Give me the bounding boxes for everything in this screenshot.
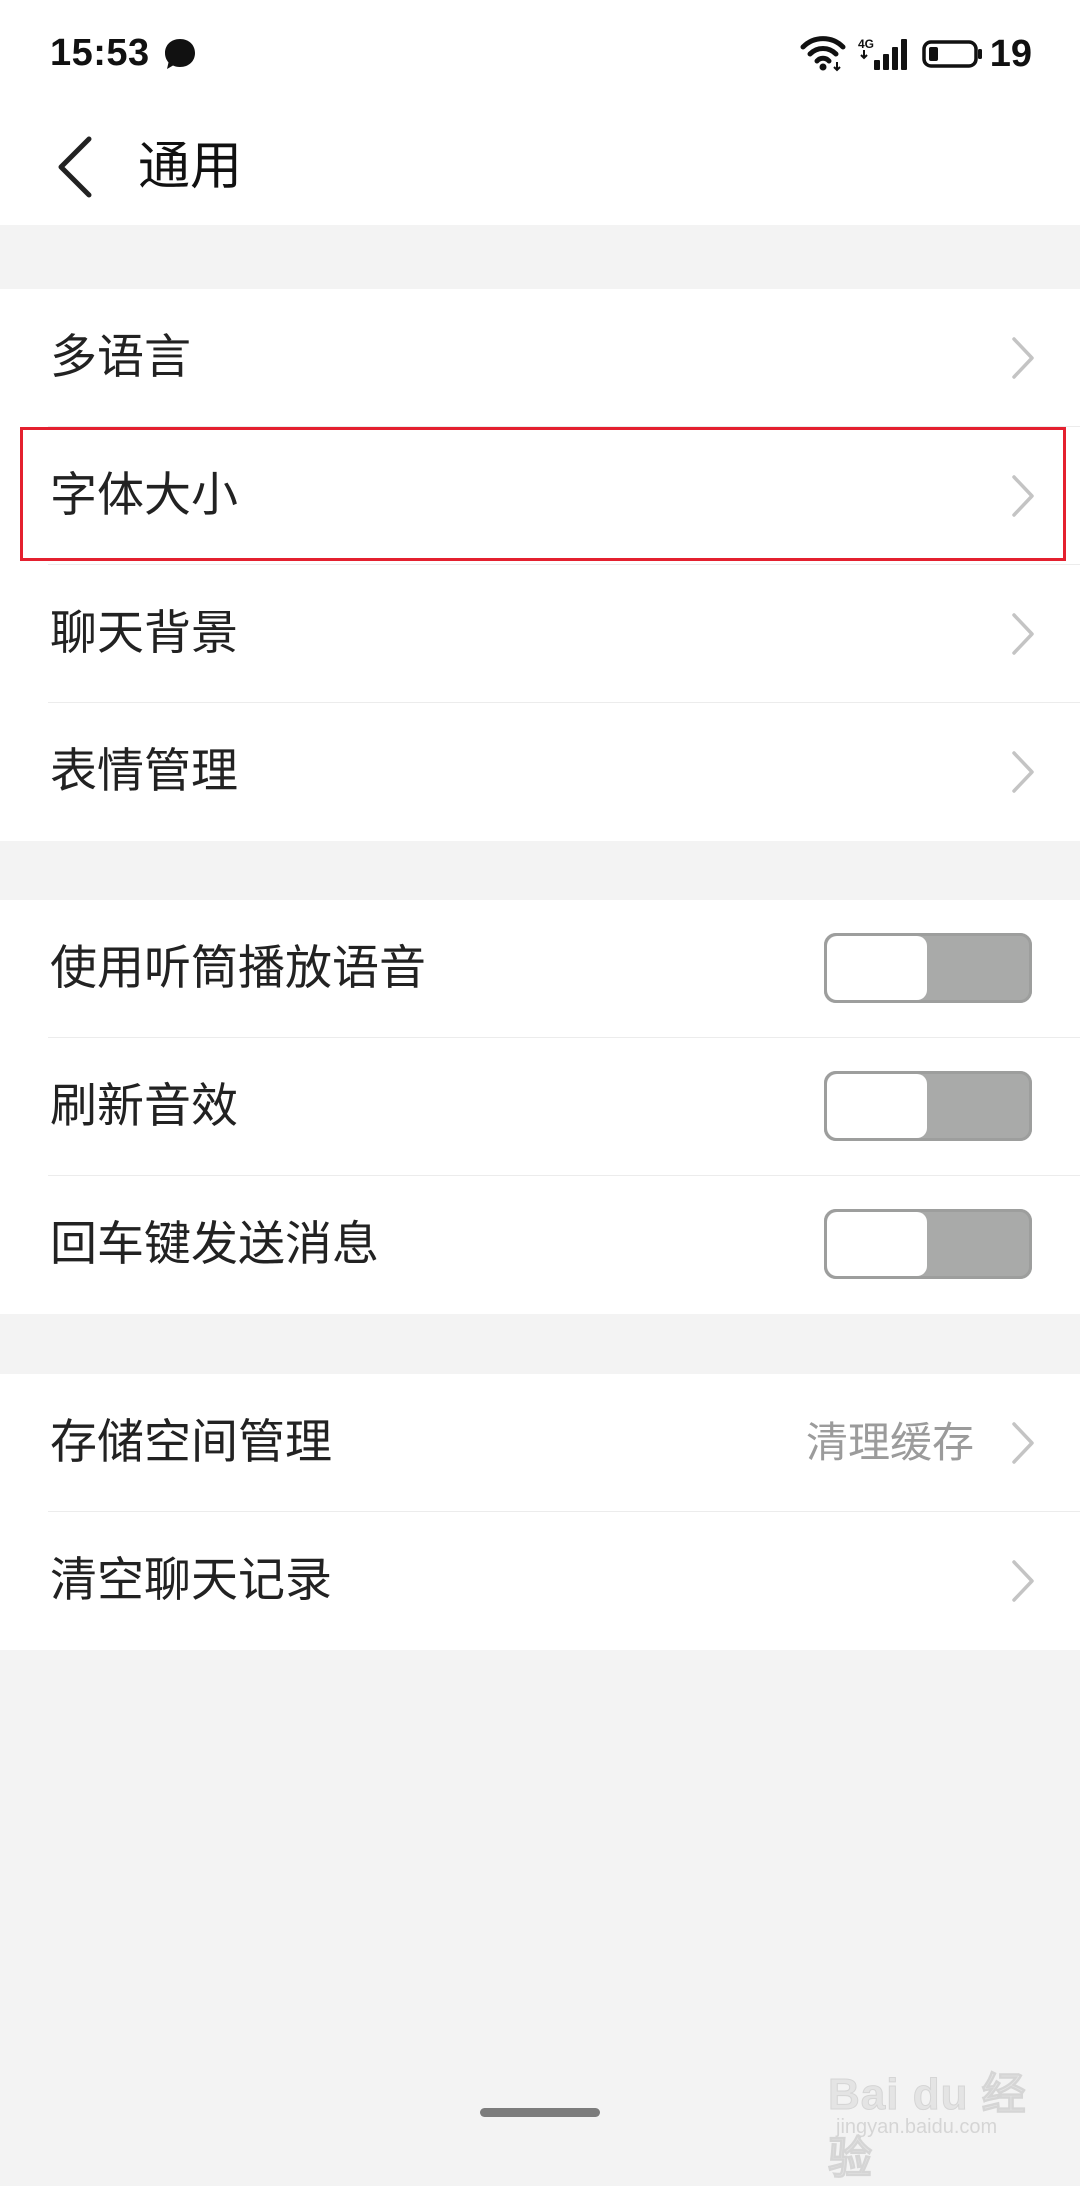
setting-row-language[interactable]: 多语言: [0, 289, 1080, 427]
settings-group-sound: 使用听筒播放语音 刷新音效 回车键发送消息: [0, 900, 1080, 1314]
enter-to-send-toggle[interactable]: [824, 1209, 1032, 1279]
setting-row-clear-chat-history[interactable]: 清空聊天记录: [0, 1512, 1080, 1650]
status-time: 15:53: [50, 32, 150, 74]
toggle-knob: [827, 936, 927, 1000]
notification-dot-icon: [165, 39, 195, 69]
toggle-knob: [827, 1212, 927, 1276]
setting-label: 聊天背景: [50, 606, 238, 661]
chevron-right-icon: [1012, 337, 1034, 379]
chevron-right-icon: [1012, 475, 1034, 517]
setting-row-enter-to-send: 回车键发送消息: [0, 1176, 1080, 1314]
setting-label: 表情管理: [50, 744, 238, 799]
setting-label: 回车键发送消息: [50, 1217, 379, 1272]
back-button[interactable]: [40, 122, 110, 212]
setting-label: 多语言: [50, 330, 191, 385]
setting-label: 清空聊天记录: [50, 1553, 332, 1608]
chevron-right-icon: [1012, 613, 1034, 655]
refresh-sound-toggle[interactable]: [824, 1071, 1032, 1141]
status-icons: 4G 19: [800, 32, 1032, 76]
chevron-right-icon: [1012, 1422, 1034, 1464]
setting-label: 存储空间管理: [50, 1415, 332, 1470]
battery-level: 19: [989, 32, 1032, 75]
home-indicator[interactable]: [480, 2108, 600, 2117]
setting-row-earpiece-playback: 使用听筒播放语音: [0, 900, 1080, 1038]
navigation-header: 通用: [0, 110, 1080, 225]
chevron-right-icon: [1012, 1560, 1034, 1602]
setting-label: 字体大小: [50, 468, 238, 523]
toggle-knob: [827, 1074, 927, 1138]
network-type-label: 4G: [858, 37, 874, 51]
setting-row-refresh-sound: 刷新音效: [0, 1038, 1080, 1176]
settings-group-storage: 存储空间管理 清理缓存 清空聊天记录: [0, 1374, 1080, 1650]
clear-cache-value: 清理缓存: [805, 1418, 974, 1467]
setting-label: 使用听筒播放语音: [50, 941, 426, 996]
back-arrow-icon: [58, 136, 92, 198]
setting-row-emoji-management[interactable]: 表情管理: [0, 703, 1080, 841]
4g-signal-icon: 4G: [858, 37, 907, 70]
baidu-jingyan-watermark: Bai du 经验 jingyan.baidu.com: [828, 2058, 1038, 2184]
setting-row-chat-background[interactable]: 聊天背景: [0, 565, 1080, 703]
earpiece-playback-toggle[interactable]: [824, 933, 1032, 1003]
page-title: 通用: [138, 137, 243, 197]
watermark-sub-text: jingyan.baidu.com: [836, 2116, 998, 2138]
settings-group-display: 多语言 字体大小 聊天背景 表情管理: [0, 289, 1080, 841]
setting-row-font-size[interactable]: 字体大小: [0, 427, 1080, 565]
status-bar: 15:53 4G 19: [0, 0, 1080, 110]
wifi-icon: [800, 36, 846, 72]
setting-row-storage-management[interactable]: 存储空间管理 清理缓存: [0, 1374, 1080, 1512]
chevron-right-icon: [1012, 751, 1034, 793]
battery-icon: [921, 40, 982, 68]
setting-label: 刷新音效: [50, 1079, 238, 1134]
